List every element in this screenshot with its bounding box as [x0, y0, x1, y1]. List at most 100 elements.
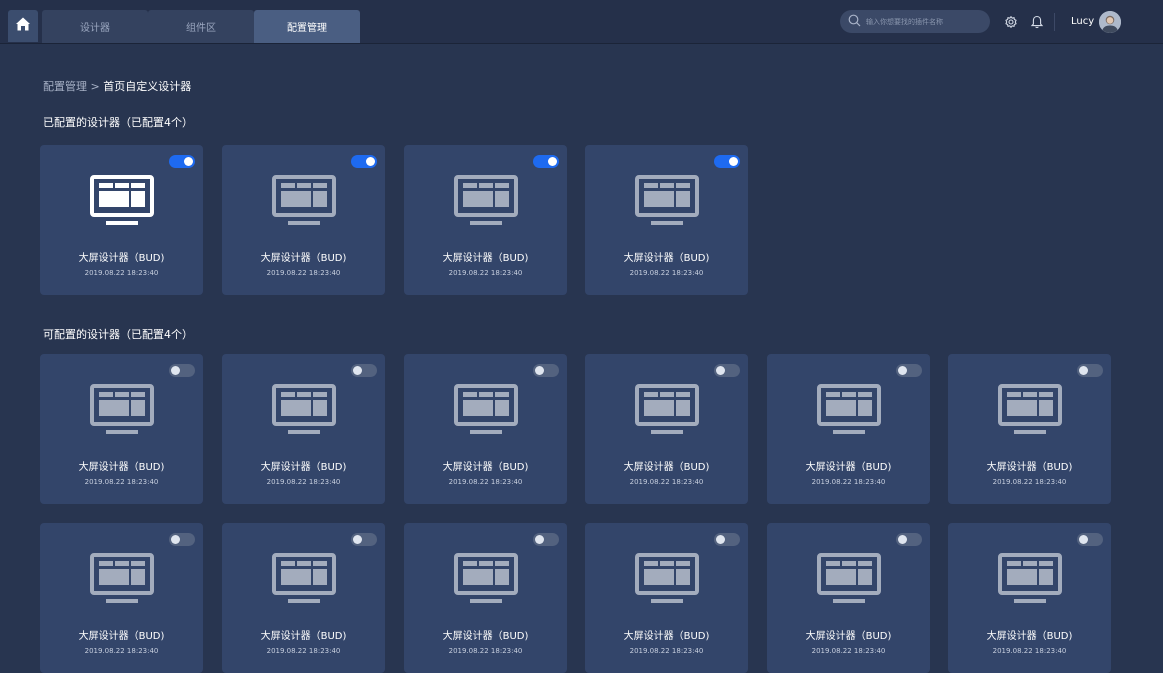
toggle-knob	[716, 366, 725, 375]
designer-card[interactable]: 大屏设计器（BUD) 2019.08.22 18:23:40	[585, 145, 748, 295]
enable-toggle[interactable]	[351, 364, 377, 377]
enable-toggle[interactable]	[714, 155, 740, 168]
designer-card[interactable]: 大屏设计器（BUD) 2019.08.22 18:23:40	[948, 523, 1111, 673]
toggle-knob	[1079, 535, 1088, 544]
designer-name: 大屏设计器（BUD)	[986, 631, 1073, 642]
monitor-dashboard-icon	[998, 384, 1062, 438]
toggle-knob	[1079, 366, 1088, 375]
enable-toggle[interactable]	[169, 533, 195, 546]
tab-config-management[interactable]: 配置管理	[254, 10, 360, 43]
configured-section-title: 已配置的设计器（已配置4个）	[43, 116, 193, 129]
designer-card[interactable]: 大屏设计器（BUD) 2019.08.22 18:23:40	[585, 523, 748, 673]
available-section-title: 可配置的设计器（已配置4个）	[43, 328, 193, 341]
toggle-knob	[171, 366, 180, 375]
designer-name: 大屏设计器（BUD)	[623, 253, 710, 264]
designer-name: 大屏设计器（BUD)	[260, 631, 347, 642]
enable-toggle[interactable]	[714, 364, 740, 377]
monitor-dashboard-icon	[635, 553, 699, 607]
top-bar: 设计器 组件区 配置管理 Lucy	[0, 0, 1163, 44]
enable-toggle[interactable]	[533, 364, 559, 377]
designer-timestamp: 2019.08.22 18:23:40	[992, 478, 1067, 486]
toggle-knob	[171, 535, 180, 544]
designer-name: 大屏设计器（BUD)	[78, 631, 165, 642]
enable-toggle[interactable]	[351, 155, 377, 168]
designer-card[interactable]: 大屏设计器（BUD) 2019.08.22 18:23:40	[404, 145, 567, 295]
designer-name: 大屏设计器（BUD)	[442, 631, 529, 642]
designer-name: 大屏设计器（BUD)	[986, 462, 1073, 473]
toggle-knob	[184, 157, 193, 166]
monitor-dashboard-icon	[454, 553, 518, 607]
designer-name: 大屏设计器（BUD)	[78, 462, 165, 473]
toggle-knob	[366, 157, 375, 166]
designer-timestamp: 2019.08.22 18:23:40	[84, 269, 159, 277]
designer-card[interactable]: 大屏设计器（BUD) 2019.08.22 18:23:40	[948, 354, 1111, 504]
designer-card[interactable]: 大屏设计器（BUD) 2019.08.22 18:23:40	[222, 145, 385, 295]
toggle-knob	[535, 366, 544, 375]
designer-timestamp: 2019.08.22 18:23:40	[84, 478, 159, 486]
monitor-dashboard-icon	[454, 384, 518, 438]
designer-card[interactable]: 大屏设计器（BUD) 2019.08.22 18:23:40	[585, 354, 748, 504]
monitor-dashboard-icon	[817, 384, 881, 438]
avatar[interactable]	[1099, 11, 1121, 33]
monitor-dashboard-icon	[817, 553, 881, 607]
search-box[interactable]	[840, 10, 990, 33]
tab-components[interactable]: 组件区	[148, 10, 254, 43]
home-button[interactable]	[8, 10, 38, 42]
designer-card[interactable]: 大屏设计器（BUD) 2019.08.22 18:23:40	[222, 523, 385, 673]
designer-name: 大屏设计器（BUD)	[260, 253, 347, 264]
gear-icon[interactable]	[1003, 14, 1019, 30]
monitor-dashboard-icon	[998, 553, 1062, 607]
enable-toggle[interactable]	[896, 533, 922, 546]
breadcrumb-current: 首页自定义设计器	[103, 80, 192, 93]
designer-card[interactable]: 大屏设计器（BUD) 2019.08.22 18:23:40	[222, 354, 385, 504]
toggle-knob	[716, 535, 725, 544]
monitor-dashboard-icon	[272, 553, 336, 607]
toggle-knob	[729, 157, 738, 166]
user-name[interactable]: Lucy	[1071, 16, 1094, 27]
designer-name: 大屏设计器（BUD)	[805, 631, 892, 642]
toggle-knob	[535, 535, 544, 544]
designer-name: 大屏设计器（BUD)	[78, 253, 165, 264]
designer-name: 大屏设计器（BUD)	[260, 462, 347, 473]
enable-toggle[interactable]	[169, 155, 195, 168]
designer-timestamp: 2019.08.22 18:23:40	[448, 269, 523, 277]
designer-card[interactable]: 大屏设计器（BUD) 2019.08.22 18:23:40	[767, 523, 930, 673]
bell-icon[interactable]	[1029, 14, 1045, 30]
designer-card[interactable]: 大屏设计器（BUD) 2019.08.22 18:23:40	[404, 523, 567, 673]
monitor-dashboard-icon	[90, 384, 154, 438]
toggle-knob	[353, 366, 362, 375]
designer-card[interactable]: 大屏设计器（BUD) 2019.08.22 18:23:40	[40, 523, 203, 673]
toggle-knob	[353, 535, 362, 544]
designer-timestamp: 2019.08.22 18:23:40	[811, 478, 886, 486]
designer-timestamp: 2019.08.22 18:23:40	[266, 478, 341, 486]
monitor-dashboard-icon	[272, 175, 336, 229]
search-input[interactable]	[866, 17, 986, 26]
monitor-dashboard-icon	[635, 175, 699, 229]
monitor-dashboard-icon	[90, 553, 154, 607]
enable-toggle[interactable]	[533, 155, 559, 168]
enable-toggle[interactable]	[533, 533, 559, 546]
designer-card[interactable]: 大屏设计器（BUD) 2019.08.22 18:23:40	[40, 145, 203, 295]
designer-name: 大屏设计器（BUD)	[442, 253, 529, 264]
designer-name: 大屏设计器（BUD)	[442, 462, 529, 473]
monitor-dashboard-icon	[272, 384, 336, 438]
designer-card[interactable]: 大屏设计器（BUD) 2019.08.22 18:23:40	[404, 354, 567, 504]
designer-card[interactable]: 大屏设计器（BUD) 2019.08.22 18:23:40	[767, 354, 930, 504]
enable-toggle[interactable]	[896, 364, 922, 377]
designer-timestamp: 2019.08.22 18:23:40	[448, 478, 523, 486]
toggle-knob	[898, 366, 907, 375]
enable-toggle[interactable]	[714, 533, 740, 546]
breadcrumb-parent[interactable]: 配置管理	[43, 80, 87, 93]
designer-card[interactable]: 大屏设计器（BUD) 2019.08.22 18:23:40	[40, 354, 203, 504]
monitor-dashboard-icon	[454, 175, 518, 229]
enable-toggle[interactable]	[1077, 533, 1103, 546]
toggle-knob	[548, 157, 557, 166]
enable-toggle[interactable]	[351, 533, 377, 546]
designer-name: 大屏设计器（BUD)	[805, 462, 892, 473]
designer-name: 大屏设计器（BUD)	[623, 462, 710, 473]
monitor-dashboard-icon	[90, 175, 154, 229]
enable-toggle[interactable]	[1077, 364, 1103, 377]
designer-timestamp: 2019.08.22 18:23:40	[629, 478, 704, 486]
enable-toggle[interactable]	[169, 364, 195, 377]
tab-designer[interactable]: 设计器	[42, 10, 148, 43]
